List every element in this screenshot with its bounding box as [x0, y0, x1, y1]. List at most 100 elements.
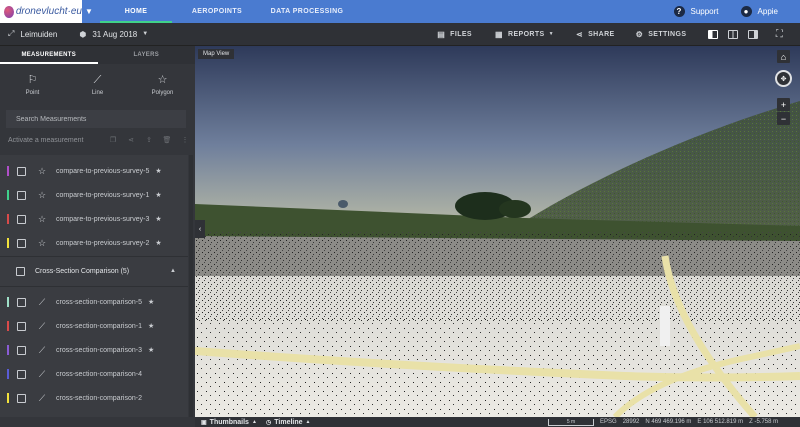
item-label: compare-to-previous-survey-3 [56, 215, 150, 223]
breadcrumb-project[interactable]: ⤢ Leimuiden [8, 23, 57, 46]
tab-layers[interactable]: LAYERS [98, 46, 196, 64]
panel-scrollbar[interactable] [189, 155, 193, 417]
line-icon: ⟋ [93, 74, 102, 86]
list-item[interactable]: ☆ compare-to-previous-survey-3 ★ [0, 208, 188, 230]
checkbox[interactable] [17, 345, 26, 355]
flag-icon: ⚐ [27, 74, 38, 86]
polygon-icon: ☆ [37, 237, 47, 248]
minus-icon: − [780, 113, 787, 124]
chevron-down-icon: ▼ [548, 31, 554, 37]
star-icon[interactable]: ★ [155, 215, 161, 223]
layout-split-dual-button[interactable] [724, 23, 742, 46]
home-button[interactable]: ⌂ [777, 50, 790, 63]
tab-measurements[interactable]: MEASUREMENTS [0, 46, 98, 64]
checkbox[interactable] [17, 321, 26, 331]
item-label: cross-section-comparison-3 [56, 346, 142, 354]
polygon-tool[interactable]: ☆ Polygon [130, 64, 195, 106]
item-label: compare-to-previous-survey-5 [56, 167, 150, 175]
tab-home[interactable]: HOME [100, 0, 172, 23]
star-icon[interactable]: ★ [148, 298, 154, 306]
support-label: Support [690, 7, 719, 16]
list-item[interactable]: ☆ compare-to-previous-survey-5 ★ [0, 160, 188, 182]
color-swatch [7, 393, 9, 403]
breadcrumb-date[interactable]: ⬢ 31 Aug 2018 ▼ [79, 23, 148, 46]
support-link[interactable]: ? Support [673, 6, 719, 17]
color-swatch [7, 166, 9, 176]
layout-split-right-button[interactable] [744, 23, 762, 46]
checkbox[interactable] [17, 238, 26, 248]
group-checkbox[interactable] [16, 266, 25, 276]
files-button[interactable]: ▤ FILES [437, 23, 472, 46]
item-label: cross-section-comparison-1 [56, 322, 142, 330]
elevation: Z -5.758 m [749, 419, 779, 425]
polygon-icon: ☆ [37, 165, 47, 176]
list-item[interactable]: ⟋ cross-section-comparison-4 [0, 363, 188, 385]
timeline-label: Timeline [274, 418, 303, 426]
tab-aeropoints[interactable]: AEROPOINTS [172, 0, 262, 23]
star-icon[interactable]: ★ [155, 239, 161, 247]
project-name: Leimuiden [20, 29, 58, 39]
chevron-up-icon: ▲ [251, 419, 257, 425]
checkbox[interactable] [17, 297, 26, 307]
checkbox[interactable] [17, 190, 26, 200]
chevron-up-icon: ▲ [305, 419, 311, 425]
user-menu[interactable]: ● Appie [740, 6, 778, 17]
timeline-toggle[interactable]: ◷ Timeline ▲ [262, 417, 315, 427]
chevron-up-icon[interactable]: ▲ [170, 268, 176, 274]
epsg-label: EPSG [600, 419, 617, 425]
compass-button[interactable]: ✥ [775, 70, 792, 87]
zoom-in-button[interactable]: + [777, 98, 790, 111]
star-icon[interactable]: ★ [155, 167, 161, 175]
tab-data-processing[interactable]: DATA PROCESSING [262, 0, 352, 23]
nav-right: ? Support ● Appie [673, 0, 800, 23]
more-icon[interactable]: ⋮ [176, 136, 194, 144]
point-tool[interactable]: ⚐ Point [0, 64, 65, 106]
settings-button[interactable]: ⚙ SETTINGS [636, 23, 687, 46]
help-icon: ? [673, 6, 685, 17]
list-item[interactable]: ⟋ cross-section-comparison-5 ★ [0, 291, 188, 313]
chevron-down-icon[interactable]: ▼ [82, 0, 96, 23]
line-tool[interactable]: ⟋ Line [65, 64, 130, 106]
list-item[interactable]: ⟋ cross-section-comparison-1 ★ [0, 315, 188, 337]
share-icon[interactable]: ⋖ [122, 136, 140, 144]
report-icon: ▦ [495, 29, 503, 39]
checkbox[interactable] [17, 369, 26, 379]
copy-icon[interactable]: ❐ [104, 136, 122, 144]
list-item[interactable]: ☆ compare-to-previous-survey-1 ★ [0, 184, 188, 206]
list-item[interactable]: ⟋ cross-section-comparison-2 [0, 387, 188, 409]
group-header[interactable]: Cross-Section Comparison (5) ▲ [0, 260, 188, 282]
search-input[interactable] [6, 110, 186, 128]
checkbox[interactable] [17, 393, 26, 403]
share-icon: ⋖ [575, 29, 584, 39]
compass-icon: ✥ [780, 75, 787, 83]
item-label: cross-section-comparison-2 [56, 394, 142, 402]
share-button[interactable]: ⋖ SHARE [576, 23, 615, 46]
list-item[interactable]: ⟋ cross-section-comparison-3 ★ [0, 339, 188, 361]
map-view[interactable]: Map View [195, 46, 800, 417]
plus-icon: + [780, 99, 787, 110]
thumbnails-label: Thumbnails [209, 418, 249, 426]
thumbnails-toggle[interactable]: ▣ Thumbnails ▲ [197, 417, 261, 427]
zoom-out-button[interactable]: − [777, 112, 790, 125]
reports-button[interactable]: ▦ REPORTS ▼ [495, 23, 554, 46]
color-swatch [7, 369, 9, 379]
line-icon: ⟋ [38, 296, 46, 307]
item-label: cross-section-comparison-4 [56, 370, 142, 378]
brand-logo[interactable]: dronevlucht·eu [0, 0, 82, 23]
star-icon[interactable]: ★ [155, 191, 161, 199]
easting: E 106 512.819 m [697, 419, 744, 425]
trash-icon[interactable]: 🗑 [158, 136, 176, 144]
color-swatch [7, 321, 9, 331]
tab-aeropoints-label: AEROPOINTS [191, 8, 243, 15]
upload-icon[interactable]: ⇪ [140, 136, 158, 144]
survey-date: 31 Aug 2018 [92, 29, 138, 39]
panel-tabs: MEASUREMENTS LAYERS [0, 46, 195, 64]
checkbox[interactable] [17, 166, 26, 176]
star-icon[interactable]: ★ [148, 322, 154, 330]
collapse-panel-button[interactable]: ‹ [195, 220, 205, 238]
checkbox[interactable] [17, 214, 26, 224]
layout-split-left-button[interactable] [704, 23, 722, 46]
star-icon[interactable]: ★ [148, 346, 154, 354]
list-item[interactable]: ☆ compare-to-previous-survey-2 ★ [0, 232, 188, 254]
fullscreen-button[interactable]: ⛶ [770, 23, 788, 46]
